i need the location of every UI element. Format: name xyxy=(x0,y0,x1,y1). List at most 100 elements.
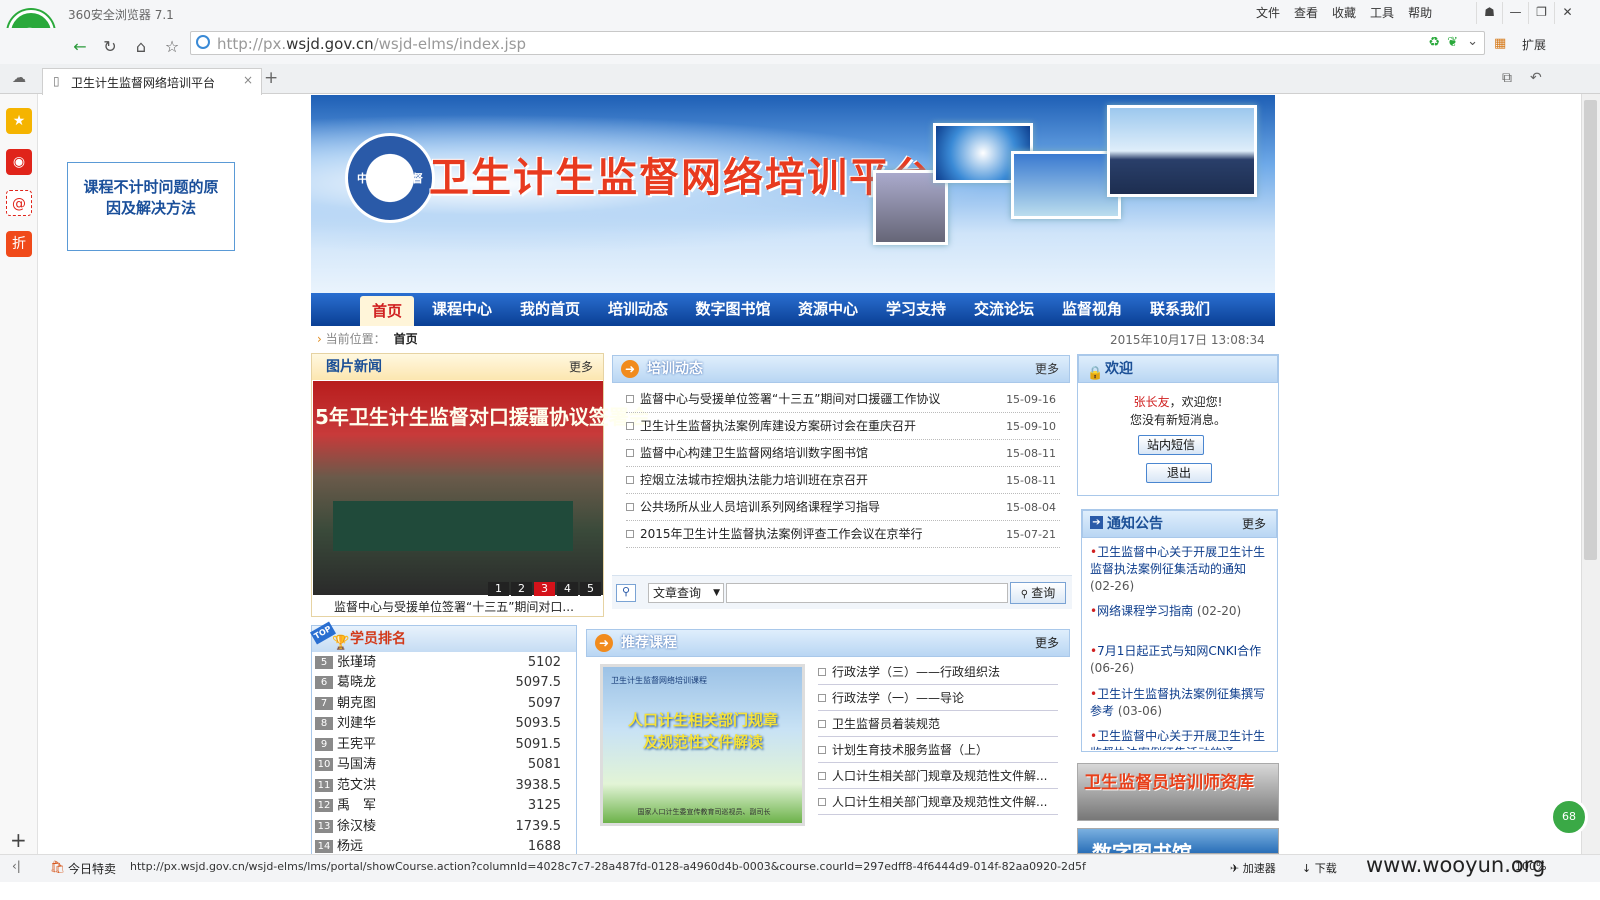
nav-home[interactable]: 首页 xyxy=(360,296,414,326)
news-item[interactable]: 公共场所从业人员培训系列网络课程学习指导 15-08-04 xyxy=(626,494,1060,521)
bullet-icon xyxy=(626,530,634,538)
tab-list-icon[interactable]: ⧉ xyxy=(1502,70,1512,86)
digital-library-ad[interactable]: 数字图书馆 xyxy=(1077,828,1279,854)
slide-page-2[interactable]: 2 xyxy=(511,582,532,596)
course-item[interactable]: 行政法学（一）——导论 xyxy=(818,685,1058,711)
url-input[interactable]: http://px.wsjd.gov.cn/wsjd-elms/index.js… xyxy=(190,31,1485,55)
nav-my-home[interactable]: 我的首页 xyxy=(508,293,592,326)
nav-forum[interactable]: 交流论坛 xyxy=(962,293,1046,326)
trainer-pool-ad[interactable]: 卫生监督员培训师资库 xyxy=(1077,763,1279,821)
cloud-icon[interactable]: ☁ xyxy=(12,70,26,86)
course-item[interactable]: 人口计生相关部门规章及规范性文件解... xyxy=(818,789,1058,815)
slide-page-4[interactable]: 4 xyxy=(557,582,578,596)
speed-leaf-icon[interactable]: ❦ xyxy=(1447,35,1458,50)
download-button[interactable]: ↓ 下载 xyxy=(1302,860,1337,876)
dropdown-arrow-icon: ▼ xyxy=(713,588,720,598)
course-cover-image[interactable]: 卫生计生监督网络培训课程 人口计生相关部门规章及规范性文件解读 国家人口计生委宣… xyxy=(600,664,805,826)
scrollbar-thumb[interactable] xyxy=(1584,100,1597,560)
announcement-item[interactable]: •卫生监督中心关于开展卫生计生监督执法案例征集活动的通 xyxy=(1090,728,1272,750)
search-type-select[interactable]: 文章查询 ▼ xyxy=(648,583,724,603)
favorites-star-icon[interactable]: ★ xyxy=(6,108,32,134)
nav-contact[interactable]: 联系我们 xyxy=(1138,293,1222,326)
ranking-row: 12 禹 军 3125 xyxy=(315,796,565,816)
news-item[interactable]: 监督中心与受援单位签署“十三五”期间对口援疆工作协议 15-09-16 xyxy=(626,386,1060,413)
course-item[interactable]: 行政法学（三）——行政组织法 xyxy=(818,659,1058,685)
news-item[interactable]: 卫生计生监督执法案例库建设方案研讨会在重庆召开 15-09-10 xyxy=(626,413,1060,440)
course-item[interactable]: 计划生育技术服务监督（上） xyxy=(818,737,1058,763)
search-input[interactable] xyxy=(726,583,1008,603)
mail-icon[interactable]: @ xyxy=(6,190,32,216)
slide-page-3[interactable]: 3 xyxy=(534,582,555,596)
tab-close-icon[interactable]: × xyxy=(243,73,253,87)
refresh-icon[interactable]: ↻ xyxy=(98,36,122,58)
slide-pager: 1 2 3 4 5 xyxy=(488,582,601,596)
minimize-icon[interactable]: — xyxy=(1502,2,1528,24)
photo-caption-link[interactable]: 监督中心与受援单位签署“十三五”期间对口... xyxy=(334,598,574,615)
slide-page-5[interactable]: 5 xyxy=(580,582,601,596)
skin-icon[interactable]: ☗ xyxy=(1476,2,1502,24)
nav-study-support[interactable]: 学习支持 xyxy=(874,293,958,326)
extension-button[interactable]: 扩展 xyxy=(1522,36,1546,53)
ranking-row: 13 徐汉棱 1739.5 xyxy=(315,817,565,837)
announcement-item[interactable]: •卫生监督中心关于开展卫生计生监督执法案例征集活动的通知 (02-26) xyxy=(1090,544,1272,595)
menu-view[interactable]: 查看 xyxy=(1294,4,1318,21)
ranking-title: 学员排名 xyxy=(350,631,406,647)
announcement-more-link[interactable]: 更多 xyxy=(1242,511,1266,537)
user-name[interactable]: 张长友 xyxy=(1134,395,1170,409)
search-button[interactable]: ⚲ 查询 xyxy=(1010,582,1066,604)
bullet-icon xyxy=(626,422,634,430)
app-name: 360安全浏览器 7.1 xyxy=(68,8,174,22)
news-item[interactable]: 控烟立法城市控烟执法能力培训班在京召开 15-08-11 xyxy=(626,467,1060,494)
picture-news-more-link[interactable]: 更多 xyxy=(569,354,593,380)
nav-course-center[interactable]: 课程中心 xyxy=(420,293,504,326)
recommended-more-link[interactable]: 更多 xyxy=(1035,630,1059,656)
site-globe-icon xyxy=(196,35,210,49)
menu-file[interactable]: 文件 xyxy=(1256,4,1280,21)
news-item[interactable]: 2015年卫生计生监督执法案例评查工作会议在京举行 15-07-21 xyxy=(626,521,1060,548)
announcement-item[interactable]: •7月1日起正式与知网CNKI合作 (06-26) xyxy=(1090,643,1272,677)
bullet-icon xyxy=(818,720,826,728)
accelerator-button[interactable]: ✈ 加速器 xyxy=(1230,860,1276,876)
url-dropdown-icon[interactable]: ⌄ xyxy=(1467,34,1478,49)
announcement-item[interactable]: •卫生计生监督执法案例征集撰写参考 (03-06) xyxy=(1090,686,1272,720)
status-bar: ‹| 🛍 今日特卖 http://px.wsjd.gov.cn/wsjd-elm… xyxy=(0,853,1600,882)
weibo-icon[interactable]: ◉ xyxy=(6,149,32,175)
ranking-row: 11 范文洪 3938.5 xyxy=(315,776,565,796)
news-photo[interactable]: 5年卫生计生监督对口援疆协议签署会 1 2 3 4 5 xyxy=(313,381,649,596)
maximize-icon[interactable]: ❐ xyxy=(1528,2,1554,24)
tab-active[interactable]: ▯ 卫生计生监督网络培训平台 × xyxy=(42,68,262,95)
safe-shield-icon[interactable]: ♻ xyxy=(1428,35,1440,50)
article-search-bar: ⚲ 文章查询 ▼ ⚲ 查询 xyxy=(612,575,1072,609)
site-message-button[interactable]: 站内短信 xyxy=(1138,435,1204,455)
sidebar-add-icon[interactable]: + xyxy=(10,828,27,852)
menu-favorites[interactable]: 收藏 xyxy=(1332,4,1356,21)
menu-tools[interactable]: 工具 xyxy=(1370,4,1394,21)
nav-resource-center[interactable]: 资源中心 xyxy=(786,293,870,326)
extension-grid-icon[interactable]: ▦ xyxy=(1494,36,1506,51)
photo-banner-text: 5年卫生计生监督对口援疆协议签署会 xyxy=(315,405,649,429)
undo-close-icon[interactable]: ↶ xyxy=(1530,70,1542,86)
close-icon[interactable]: ✕ xyxy=(1554,2,1580,24)
nav-training-news[interactable]: 培训动态 xyxy=(596,293,680,326)
news-item[interactable]: 监督中心构建卫生监督网络培训数字图书馆 15-08-11 xyxy=(626,440,1060,467)
nav-digital-library[interactable]: 数字图书馆 xyxy=(684,293,782,326)
course-item[interactable]: 卫生监督员着装规范 xyxy=(818,711,1058,737)
nav-supervision-view[interactable]: 监督视角 xyxy=(1050,293,1134,326)
course-item[interactable]: 人口计生相关部门规章及规范性文件解... xyxy=(818,763,1058,789)
discount-icon[interactable]: 折 xyxy=(6,231,32,257)
bullet-icon xyxy=(626,395,634,403)
new-tab-plus-icon[interactable]: + xyxy=(264,68,278,88)
slide-page-1[interactable]: 1 xyxy=(488,582,509,596)
menu-help[interactable]: 帮助 xyxy=(1408,4,1432,21)
sidebar-toggle-icon[interactable]: ‹| xyxy=(12,859,21,873)
today-sale-link[interactable]: 今日特卖 xyxy=(68,860,116,877)
notice-box-link[interactable]: 课程不计时问题的原因及解决方法 xyxy=(67,162,235,251)
home-icon[interactable]: ⌂ xyxy=(129,36,153,58)
float-speed-ball[interactable]: 68 xyxy=(1550,798,1588,836)
announcement-item[interactable]: •网络课程学习指南 (02-20) xyxy=(1090,603,1272,620)
page-icon: ▯ xyxy=(53,74,60,88)
training-news-more-link[interactable]: 更多 xyxy=(1035,356,1059,382)
logout-button[interactable]: 退出 xyxy=(1146,463,1212,483)
back-arrow-icon[interactable]: ← xyxy=(68,36,92,58)
favorite-star-icon[interactable]: ☆ xyxy=(160,36,184,58)
